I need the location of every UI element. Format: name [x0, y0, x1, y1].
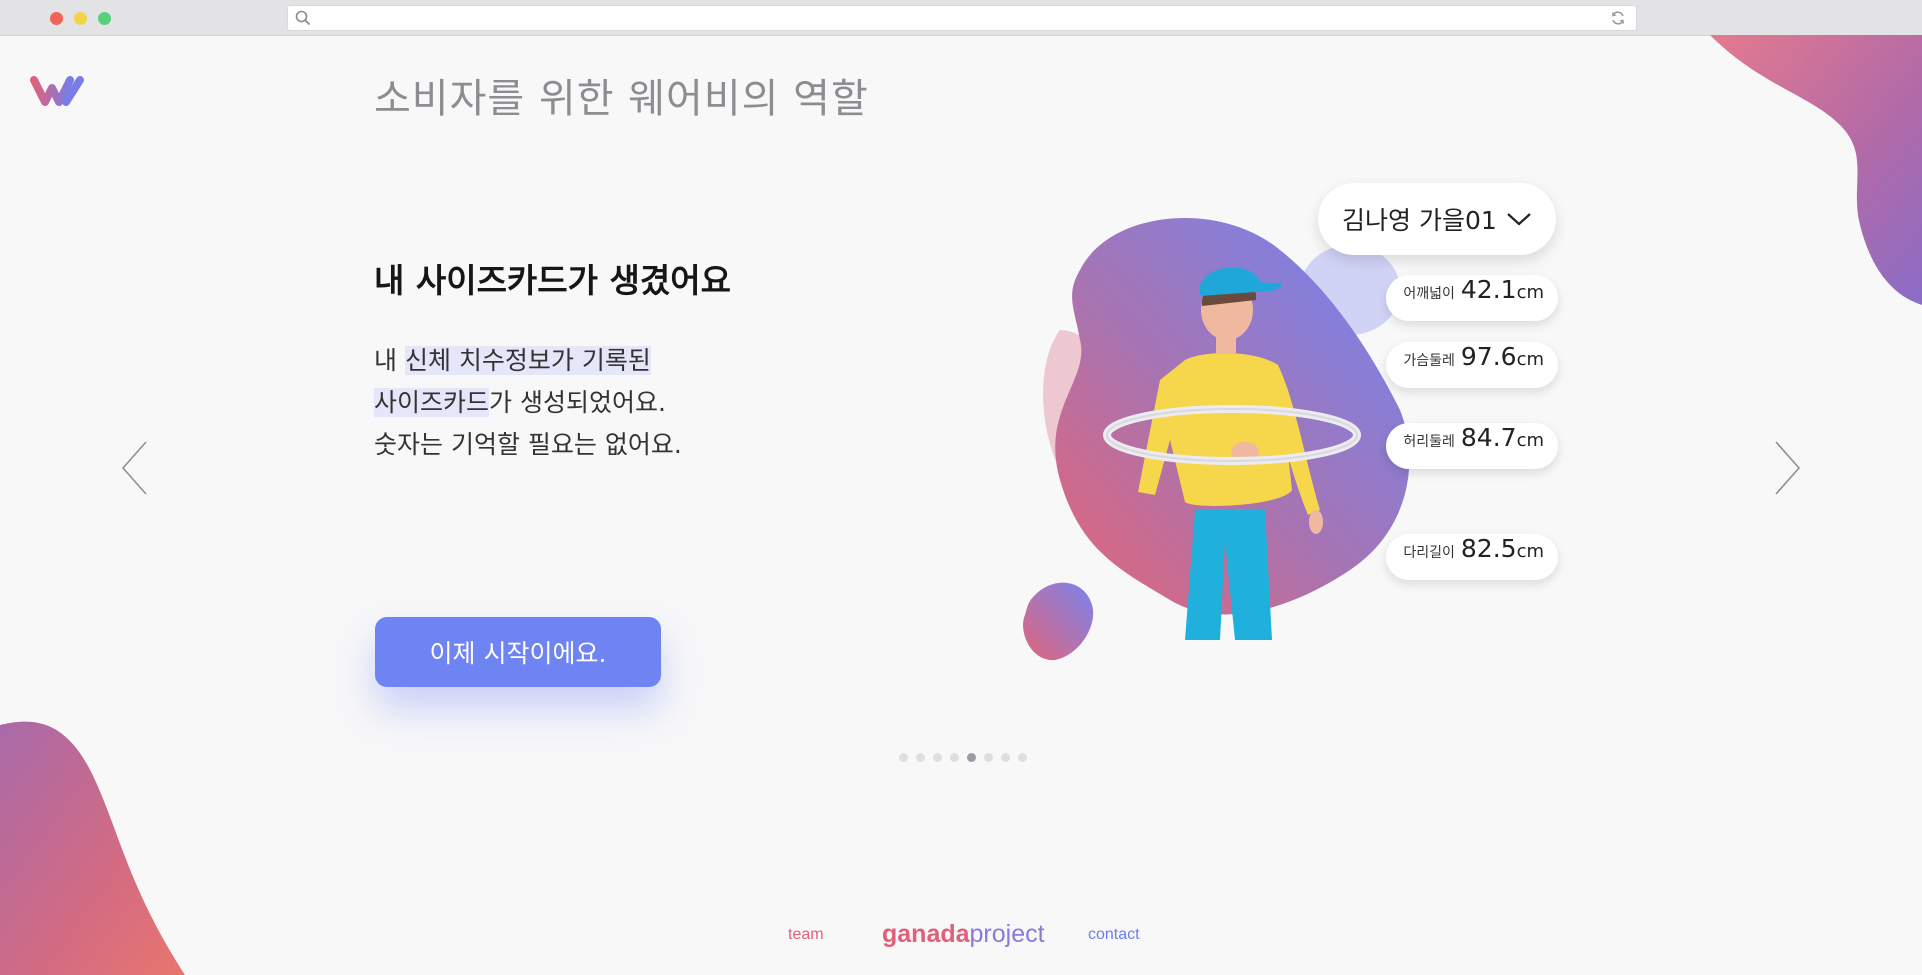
brand-light: project — [969, 920, 1045, 948]
window-minimize-dot[interactable] — [74, 12, 87, 25]
measurement-value: 42.1 — [1460, 275, 1517, 304]
description-text: 가 생성되었어요. — [489, 388, 666, 417]
profile-select[interactable]: 김나영 가을01 — [1318, 183, 1556, 255]
description-line-1: 내 신체 치수정보가 기록된 — [374, 340, 682, 382]
measurement-unit: cm — [1516, 541, 1544, 562]
pagination-dot[interactable] — [899, 753, 908, 762]
pagination-dot-active[interactable] — [967, 753, 976, 762]
description-highlight: 신체 치수정보가 기록된 — [404, 346, 651, 375]
footer-brand[interactable]: ganadaproject — [882, 920, 1045, 949]
measurement-chest: 가슴둘레 97.6 cm — [1386, 342, 1558, 388]
measurement-label: 허리둘레 — [1403, 434, 1455, 450]
browser-chrome — [0, 0, 1922, 36]
description-highlight: 사이즈카드 — [374, 388, 490, 417]
body-measurement-illustration — [1023, 217, 1410, 661]
footer-contact-link[interactable]: contact — [1088, 926, 1140, 944]
address-bar[interactable] — [287, 5, 1637, 31]
page-title: 소비자를 위한 웨어비의 역할 — [374, 76, 869, 122]
reload-icon[interactable] — [1610, 10, 1626, 26]
measurement-shoulder: 어깨넓이 42.1 cm — [1386, 275, 1558, 321]
decorative-blob-bottom-left — [0, 721, 185, 975]
chevron-right-icon[interactable] — [1772, 440, 1802, 496]
section-headline: 내 사이즈카드가 생겼어요 — [374, 261, 731, 300]
pagination-dot[interactable] — [916, 753, 925, 762]
carousel-pagination — [899, 753, 1027, 762]
pagination-dot[interactable] — [1018, 753, 1027, 762]
brand-bold: ganada — [882, 920, 970, 948]
measurement-label: 다리길이 — [1403, 545, 1455, 561]
chevron-down-icon — [1507, 213, 1531, 226]
measurement-label: 어깨넓이 — [1403, 286, 1455, 302]
measurement-value: 97.6 — [1460, 342, 1517, 371]
pagination-dot[interactable] — [950, 753, 959, 762]
measurement-value: 82.5 — [1460, 534, 1517, 563]
window-close-dot[interactable] — [50, 12, 63, 25]
window-maximize-dot[interactable] — [98, 12, 111, 25]
measurement-value: 84.7 — [1460, 423, 1517, 452]
profile-name: 김나영 가을01 — [1342, 206, 1497, 235]
description-text: 내 — [374, 346, 405, 375]
footer-team-link[interactable]: team — [788, 926, 824, 944]
measurement-unit: cm — [1516, 282, 1544, 303]
chevron-left-icon[interactable] — [120, 440, 150, 496]
measurement-unit: cm — [1516, 349, 1544, 370]
search-icon — [295, 10, 311, 26]
decorative-blob-top-right — [1710, 35, 1922, 305]
measurement-leg: 다리길이 82.5 cm — [1386, 534, 1558, 580]
description-line-2: 사이즈카드가 생성되었어요. — [374, 382, 682, 424]
wearbe-logo[interactable] — [30, 74, 92, 108]
description-line-3: 숫자는 기억할 필요는 없어요. — [374, 430, 682, 459]
start-button[interactable]: 이제 시작이에요. — [375, 617, 661, 687]
section-description: 내 신체 치수정보가 기록된 사이즈카드가 생성되었어요. 숫자는 기억할 필요… — [374, 340, 682, 466]
pagination-dot[interactable] — [984, 753, 993, 762]
pagination-dot[interactable] — [1001, 753, 1010, 762]
pagination-dot[interactable] — [933, 753, 942, 762]
measurement-unit: cm — [1516, 430, 1544, 451]
measurement-waist: 허리둘레 84.7 cm — [1386, 423, 1558, 469]
measurement-label: 가슴둘레 — [1403, 353, 1455, 369]
